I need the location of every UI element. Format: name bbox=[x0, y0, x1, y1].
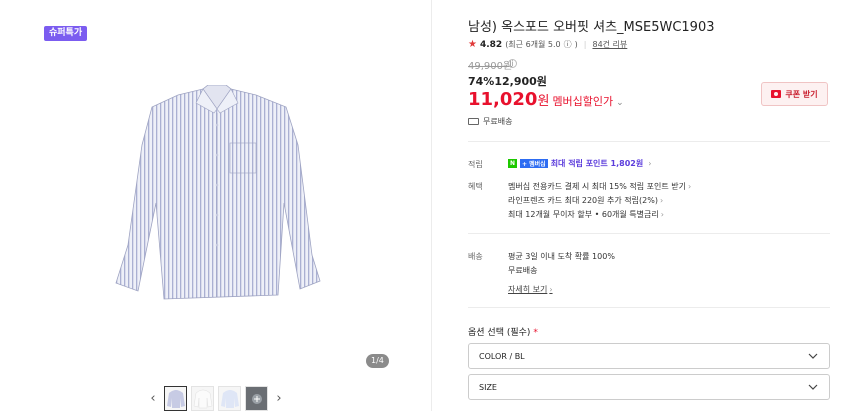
chevron-left-icon[interactable]: ‹ bbox=[146, 387, 160, 411]
member-price-label: 멤버십할인가 bbox=[552, 95, 614, 108]
member-price-row[interactable]: 11,020 원 멤버십할인가 ⌄ bbox=[468, 89, 624, 110]
coupon-button-label: 쿠폰 받기 bbox=[785, 89, 818, 99]
section-divider bbox=[468, 141, 830, 142]
coupon-icon bbox=[771, 90, 782, 98]
chevron-down-icon bbox=[808, 384, 818, 390]
chevron-right-icon: › bbox=[648, 159, 652, 168]
color-select[interactable]: COLOR / BL bbox=[468, 343, 830, 369]
benefit-text: 라인프렌즈 카드 최대 220원 추가 적립(2%) bbox=[508, 196, 658, 205]
product-title: 남성) 옥스포드 오버핏 셔츠_MSE5WC1903 bbox=[468, 20, 715, 35]
chevron-right-icon[interactable]: › bbox=[272, 387, 286, 411]
delivery-label: 배송 bbox=[468, 252, 483, 261]
divider: | bbox=[583, 40, 587, 49]
member-price: 11,020 bbox=[468, 89, 538, 110]
sale-price: 74%12,900원 bbox=[468, 75, 547, 88]
membership-badge: + 멤버십 bbox=[520, 159, 548, 168]
benefit-text: 최대 12개월 무이자 할부 • 60개월 특별금리 bbox=[508, 210, 659, 219]
required-mark: * bbox=[533, 328, 538, 338]
star-icon: ★ bbox=[468, 39, 477, 50]
option-title: 옵션 선택 (필수) * bbox=[468, 325, 538, 338]
chevron-right-icon: › bbox=[660, 210, 664, 219]
original-price: 49,900원 bbox=[468, 61, 513, 72]
member-price-unit: 원 bbox=[537, 94, 550, 109]
info-icon[interactable]: ⓘ bbox=[564, 39, 572, 50]
benefit-text: 멤버십 전용카드 결제 시 최대 15% 적립 포인트 받기 bbox=[508, 182, 686, 191]
delivery-detail-link[interactable]: 자세히 보기 › bbox=[508, 284, 553, 295]
product-gallery: 슈퍼특가 1/4 ‹ › bbox=[0, 0, 432, 411]
shipping-row: 무료배송 bbox=[468, 116, 512, 127]
review-count-link[interactable]: 84건 리뷰 bbox=[592, 39, 627, 50]
product-main-image[interactable] bbox=[108, 85, 326, 315]
coupon-download-button[interactable]: 쿠폰 받기 bbox=[761, 82, 828, 106]
chevron-right-icon: › bbox=[659, 196, 664, 205]
chevron-right-icon: › bbox=[549, 285, 553, 294]
max-point-text: 최대 적립 포인트 1,802원 bbox=[550, 159, 644, 168]
benefit-line-3[interactable]: 최대 12개월 무이자 할부 • 60개월 특별금리 › bbox=[508, 209, 664, 220]
benefit-line-2[interactable]: 라인프렌즈 카드 최대 220원 추가 적립(2%) › bbox=[508, 195, 663, 206]
section-divider bbox=[468, 307, 830, 308]
detail-link-text: 자세히 보기 bbox=[508, 285, 548, 294]
naver-pay-icon: N bbox=[508, 159, 517, 168]
benefit-line-1[interactable]: 멤버십 전용카드 결제 시 최대 15% 적립 포인트 받기 › bbox=[508, 181, 691, 192]
thumbnail-1[interactable] bbox=[164, 386, 187, 411]
point-label: 적립 bbox=[468, 160, 483, 169]
size-select[interactable]: SIZE bbox=[468, 374, 830, 400]
color-select-value: COLOR / BL bbox=[479, 351, 525, 361]
rating-score: 4.82 bbox=[479, 39, 503, 50]
image-counter: 1/4 bbox=[366, 354, 389, 368]
thumbnail-strip: ‹ › bbox=[146, 386, 286, 411]
rating-detail: (최근 6개월 5.0 bbox=[505, 40, 561, 49]
benefit-label: 혜택 bbox=[468, 182, 483, 191]
rating-row: ★ 4.82 (최근 6개월 5.0 ⓘ) | 84건 리뷰 bbox=[468, 39, 627, 50]
super-deal-badge: 슈퍼특가 bbox=[44, 26, 88, 41]
thumbnail-3[interactable] bbox=[218, 386, 241, 411]
point-row[interactable]: N + 멤버십 최대 적립 포인트 1,802원 › bbox=[508, 158, 651, 169]
size-select-value: SIZE bbox=[479, 382, 497, 392]
thumbnail-4[interactable] bbox=[245, 386, 268, 411]
truck-icon bbox=[468, 118, 479, 125]
rating-detail-close: ) bbox=[574, 40, 578, 49]
option-title-text: 옵션 선택 (필수) bbox=[468, 328, 531, 338]
price-info-icon[interactable]: i bbox=[508, 59, 517, 68]
delivery-free: 무료배송 bbox=[508, 266, 538, 275]
chevron-down-icon: ⌄ bbox=[616, 98, 624, 108]
delivery-arrival: 평균 3일 이내 도착 확률 100% bbox=[508, 252, 615, 261]
chevron-down-icon bbox=[808, 353, 818, 359]
product-page: 슈퍼특가 1/4 ‹ › 남성) 옥스포드 오버핏 셔츠_MSE5WC1903 … bbox=[0, 0, 850, 411]
shipping-text: 무료배송 bbox=[483, 117, 513, 126]
section-divider bbox=[468, 233, 830, 234]
chevron-right-icon: › bbox=[687, 182, 692, 191]
thumbnail-2[interactable] bbox=[191, 386, 214, 411]
